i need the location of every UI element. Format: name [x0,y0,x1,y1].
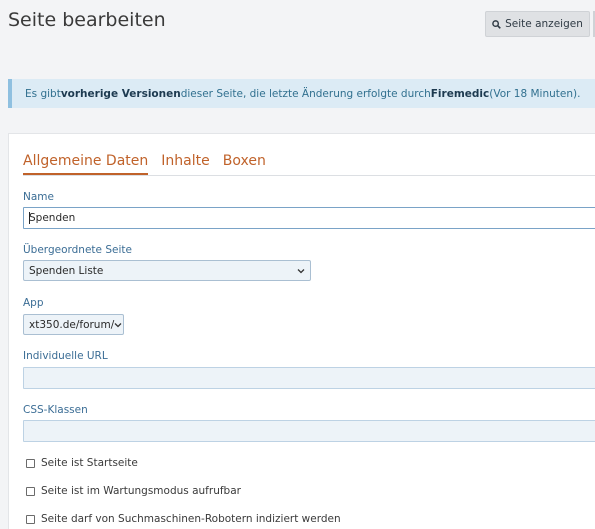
tab-boxes[interactable]: Boxen [223,153,266,175]
chevron-down-icon [297,268,305,274]
edit-panel: Allgemeine Daten Inhalte Boxen Name Spen… [8,133,595,529]
name-value: Spenden [29,212,76,224]
version-notice: Es gibt ​vorherige Versionen dieser Seit… [8,79,595,108]
name-label: Name [23,191,54,203]
notice-suffix: (Vor 18 Minuten). [489,87,581,100]
app-label: App [23,297,44,309]
tab-bar: Allgemeine Daten Inhalte Boxen [23,153,595,176]
custom-url-label: Individuelle URL [23,350,108,362]
app-value: xt350.de/forum/ [29,318,115,331]
view-page-label: Seite anzeigen [505,18,583,30]
maintenance-label: Seite ist im Wartungsmodus aufrufbar [41,485,241,497]
search-icon [492,19,501,29]
notice-user[interactable]: Firemedic [431,88,489,100]
previous-versions-link[interactable]: vorherige Versionen [61,88,181,100]
name-field[interactable]: Spenden [23,207,595,229]
notice-middle: dieser Seite, die letzte Änderung erfolg… [180,87,431,100]
tab-contents[interactable]: Inhalte [161,153,209,175]
startpage-option: Seite ist Startseite [26,457,138,469]
parent-page-select[interactable]: Spenden Liste [23,260,311,281]
custom-url-field[interactable] [23,367,595,389]
parent-page-label: Übergeordnete Seite [23,244,132,256]
startpage-label: Seite ist Startseite [41,457,138,469]
css-classes-field[interactable] [23,420,595,442]
view-page-button[interactable]: Seite anzeigen [485,11,590,37]
maintenance-checkbox[interactable] [26,486,35,496]
notice-prefix: Es gibt [25,87,61,100]
app-select[interactable]: xt350.de/forum/ [23,314,124,335]
indexing-label: Seite darf von Suchmaschinen-Robotern in… [41,513,341,525]
css-classes-label: CSS-Klassen [23,404,88,416]
chevron-down-icon [114,322,122,328]
maintenance-option: Seite ist im Wartungsmodus aufrufbar [26,485,241,497]
page-title: Seite bearbeiten [8,9,166,31]
parent-page-value: Spenden Liste [29,264,104,277]
indexing-option: Seite darf von Suchmaschinen-Robotern in… [26,513,341,525]
startpage-checkbox[interactable] [26,458,35,468]
indexing-checkbox[interactable] [26,514,35,524]
tab-general[interactable]: Allgemeine Daten [23,153,149,175]
